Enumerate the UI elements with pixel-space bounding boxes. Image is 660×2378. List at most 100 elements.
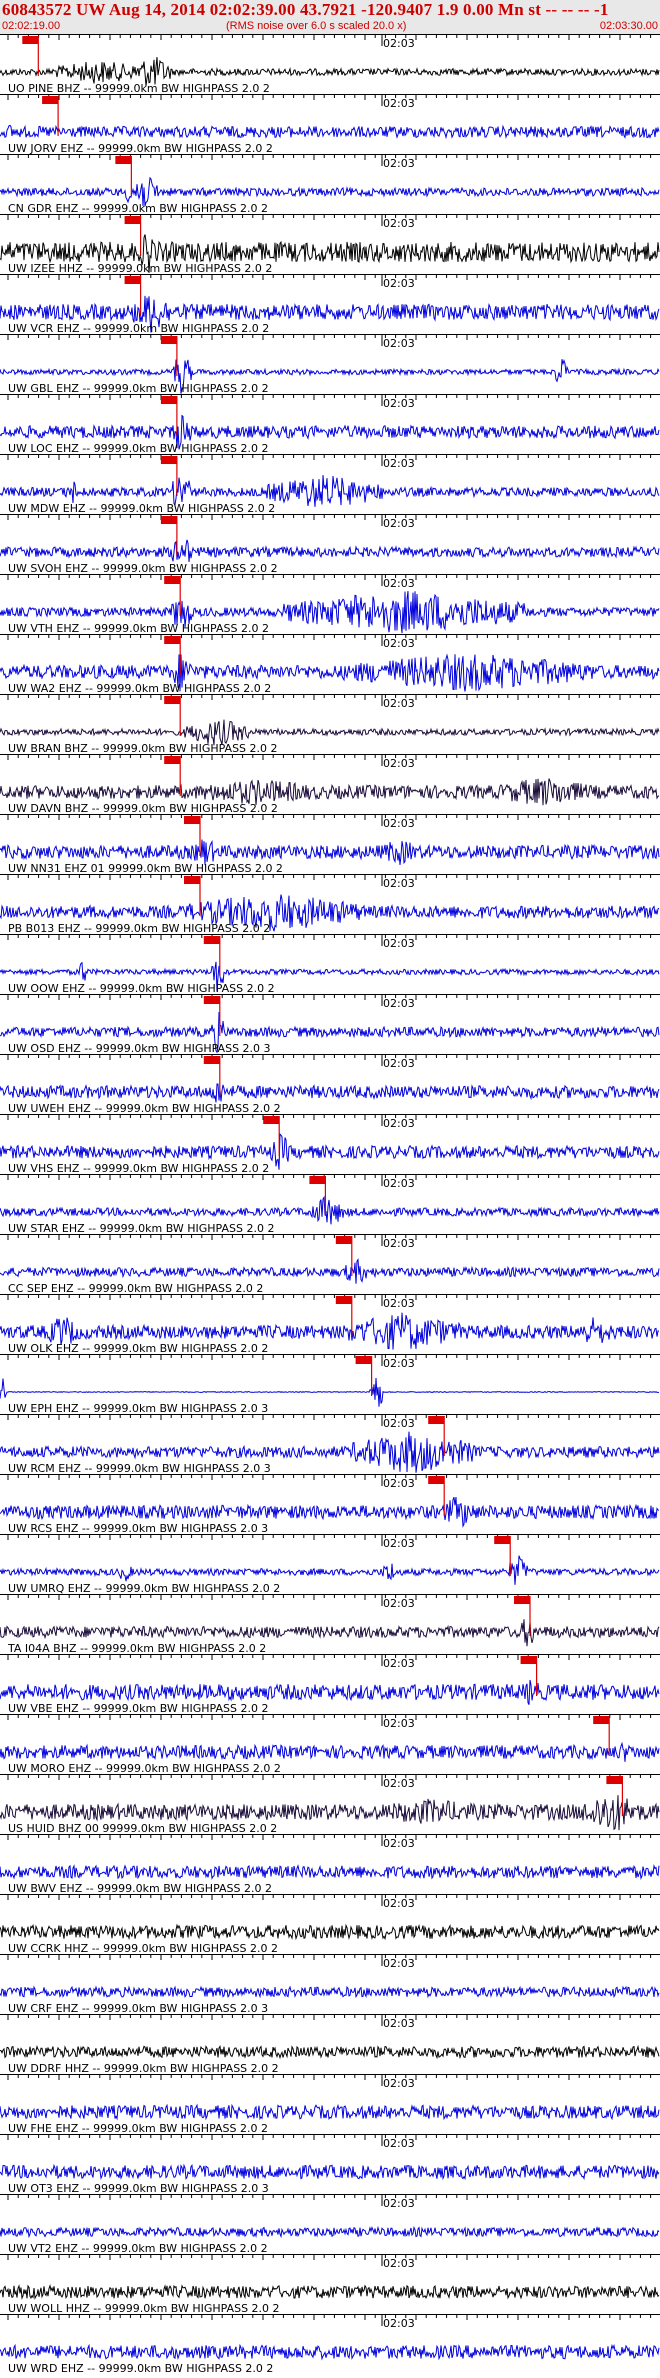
minute-label: 02:03 xyxy=(383,877,415,890)
minute-label: 02:03 xyxy=(383,577,415,590)
channel-label: UW WOLL HHZ -- 99999.0km BW HIGHPASS 2.0… xyxy=(8,2302,280,2315)
channel-label: UW VCR EHZ -- 99999.0km BW HIGHPASS 2.0 … xyxy=(8,322,269,335)
waveform xyxy=(0,1555,660,1585)
channel-label: UW OT3 EHZ -- 99999.0km BW HIGHPASS 2.0 … xyxy=(8,2182,269,2195)
waveform xyxy=(0,1258,660,1284)
channel-label: UW RCM EHZ -- 99999.0km BW HIGHPASS 2.0 … xyxy=(8,1462,271,1475)
minute-label: 02:03 xyxy=(383,1717,415,1730)
channel-row: 02:03 UW RCS EHZ -- 99999.0km BW HIGHPASS… xyxy=(0,1474,660,1535)
waveform xyxy=(0,2284,660,2300)
pick-marker xyxy=(160,396,177,404)
minute-label: 02:03 xyxy=(383,2077,415,2090)
minute-label: 02:03 xyxy=(383,1477,415,1490)
minute-label: 02:03 xyxy=(383,37,415,50)
channel-label: UW CCRK HHZ -- 99999.0km BW HIGHPASS 2.0… xyxy=(8,1942,278,1955)
channel-row: 02:03 UW UWEH EHZ -- 99999.0km BW HIGHPAS… xyxy=(0,1054,660,1115)
minute-label: 02:03 xyxy=(383,2197,415,2210)
pick-marker xyxy=(160,516,177,524)
channel-label: UW GBL EHZ -- 99999.0km BW HIGHPASS 2.0 … xyxy=(8,382,269,395)
pick-marker xyxy=(22,36,39,44)
channel-row: 02:03 UW VBE EHZ -- 99999.0km BW HIGHPASS… xyxy=(0,1654,660,1715)
channel-row: 02:03 UW MDW EHZ -- 99999.0km BW HIGHPASS… xyxy=(0,454,660,515)
pick-marker xyxy=(606,1776,623,1784)
channel-row: 02:03 UW BWV EHZ -- 99999.0km BW HIGHPASS… xyxy=(0,1834,660,1895)
channel-label: UW MDW EHZ -- 99999.0km BW HIGHPASS 2.0 … xyxy=(8,502,275,515)
minute-label: 02:03 xyxy=(383,937,415,950)
channel-label: UW RCS EHZ -- 99999.0km BW HIGHPASS 2.0 … xyxy=(8,1522,268,1535)
channel-label: UW NN31 EHZ 01 99999.0km BW HIGHPASS 2.0… xyxy=(8,862,283,875)
waveform xyxy=(0,1083,660,1103)
minute-label: 02:03 xyxy=(383,397,415,410)
pick-marker xyxy=(184,876,200,884)
minute-label: 02:03 xyxy=(383,1837,415,1850)
pick-marker xyxy=(160,336,177,344)
channel-row: 02:03 UW DDRF HHZ -- 99999.0km BW HIGHPAS… xyxy=(0,2014,660,2075)
channel-row: 02:03 UW LOC EHZ -- 99999.0km BW HIGHPASS… xyxy=(0,394,660,455)
minute-label: 02:03 xyxy=(383,1957,415,1970)
channel-label: UW WRD EHZ -- 99999.0km BW HIGHPASS 2.0 … xyxy=(8,2362,273,2375)
channel-label: UW OSD EHZ -- 99999.0km BW HIGHPASS 2.0 … xyxy=(8,1042,271,1055)
channel-row: 02:03 UW NN31 EHZ 01 99999.0km BW HIGHPAS… xyxy=(0,814,660,875)
minute-label: 02:03 xyxy=(383,97,415,110)
pick-marker xyxy=(164,756,181,764)
channel-row: 02:03 UO PINE BHZ -- 99999.0km BW HIGHPAS… xyxy=(0,34,660,95)
pick-marker xyxy=(164,696,181,704)
waveform xyxy=(0,1985,660,1999)
channel-label: US HUID BHZ 00 99999.0km BW HIGHPASS 2.0… xyxy=(8,1822,277,1835)
channel-row: 02:03 US HUID BHZ 00 99999.0km BW HIGHPAS… xyxy=(0,1774,660,1835)
channel-label: UW FHE EHZ -- 99999.0km BW HIGHPASS 2.0 … xyxy=(8,2122,268,2135)
channel-row: 02:03 UW GBL EHZ -- 99999.0km BW HIGHPASS… xyxy=(0,334,660,395)
minute-label: 02:03 xyxy=(383,1657,415,1670)
minute-label: 02:03 xyxy=(383,1357,415,1370)
channel-label: CN GDR EHZ -- 99999.0km BW HIGHPASS 2.0 … xyxy=(8,202,268,215)
waveform xyxy=(0,1864,660,1880)
seismogram-panel: 02:03 UO PINE BHZ -- 99999.0km BW HIGHPAS… xyxy=(0,34,660,2375)
waveform xyxy=(0,2103,660,2121)
channel-label: UW STAR EHZ -- 99999.0km BW HIGHPASS 2.0… xyxy=(8,1222,274,1235)
minute-label: 02:03 xyxy=(383,817,415,830)
event-title: 60843572 UW Aug 14, 2014 02:02:39.00 43.… xyxy=(2,0,609,19)
channel-label: UW JORV EHZ -- 99999.0km BW HIGHPASS 2.0… xyxy=(8,142,273,155)
minute-label: 02:03 xyxy=(383,1057,415,1070)
waveform xyxy=(0,2343,660,2361)
channel-row: 02:03 UW VTH EHZ -- 99999.0km BW HIGHPASS… xyxy=(0,574,660,635)
minute-label: 02:03 xyxy=(383,1897,415,1910)
waveform xyxy=(0,124,660,140)
waveform xyxy=(0,2225,660,2239)
pick-marker xyxy=(203,1056,220,1064)
channel-label: UW UMRQ EHZ -- 99999.0km BW HIGHPASS 2.0… xyxy=(8,1582,280,1595)
channel-row: 02:03 UW STAR EHZ -- 99999.0km BW HIGHPAS… xyxy=(0,1174,660,1235)
pick-marker xyxy=(428,1416,445,1424)
channel-row: 02:03 UW VCR EHZ -- 99999.0km BW HIGHPASS… xyxy=(0,274,660,335)
minute-label: 02:03 xyxy=(383,997,415,1010)
channel-label: UW OLK EHZ -- 99999.0km BW HIGHPASS 2.0 … xyxy=(8,1342,268,1355)
minute-label: 02:03 xyxy=(383,2257,415,2270)
channel-label: UW DAVN BHZ -- 99999.0km BW HIGHPASS 2.0… xyxy=(8,802,278,815)
pick-marker xyxy=(514,1596,530,1604)
waveform xyxy=(0,539,660,562)
channel-row: 02:03 UW WA2 EHZ -- 99999.0km BW HIGHPASS… xyxy=(0,634,660,695)
waveform xyxy=(0,1741,660,1762)
minute-label: 02:03 xyxy=(383,1177,415,1190)
channel-row: 02:03 UW UMRQ EHZ -- 99999.0km BW HIGHPAS… xyxy=(0,1534,660,1595)
waveform xyxy=(0,1923,660,1941)
pick-marker xyxy=(164,576,181,584)
waveform xyxy=(0,1679,660,1705)
channel-row: 02:03 UW WRD EHZ -- 99999.0km BW HIGHPASS… xyxy=(0,2314,660,2375)
minute-label: 02:03 xyxy=(383,2317,415,2330)
pick-marker xyxy=(124,216,141,224)
minute-label: 02:03 xyxy=(383,697,415,710)
pick-marker xyxy=(428,1476,445,1484)
channel-label: UW LOC EHZ -- 99999.0km BW HIGHPASS 2.0 … xyxy=(8,442,269,455)
channel-label: UW WA2 EHZ -- 99999.0km BW HIGHPASS 2.0 … xyxy=(8,682,271,695)
channel-label: PB B013 EHZ -- 99999.0km BW HIGHPASS 2.0… xyxy=(8,922,270,935)
minute-label: 02:03 xyxy=(383,337,415,350)
end-time: 02:03:30.00 xyxy=(599,20,658,32)
minute-label: 02:03 xyxy=(383,157,415,170)
channel-label: UW VBE EHZ -- 99999.0km BW HIGHPASS 2.0 … xyxy=(8,1702,268,1715)
channel-label: UW OOW EHZ -- 99999.0km BW HIGHPASS 2.0 … xyxy=(8,982,275,995)
pick-marker xyxy=(309,1176,326,1184)
minute-label: 02:03 xyxy=(383,1237,415,1250)
channel-row: 02:03 CN GDR EHZ -- 99999.0km BW HIGHPASS… xyxy=(0,154,660,215)
minute-label: 02:03 xyxy=(383,517,415,530)
